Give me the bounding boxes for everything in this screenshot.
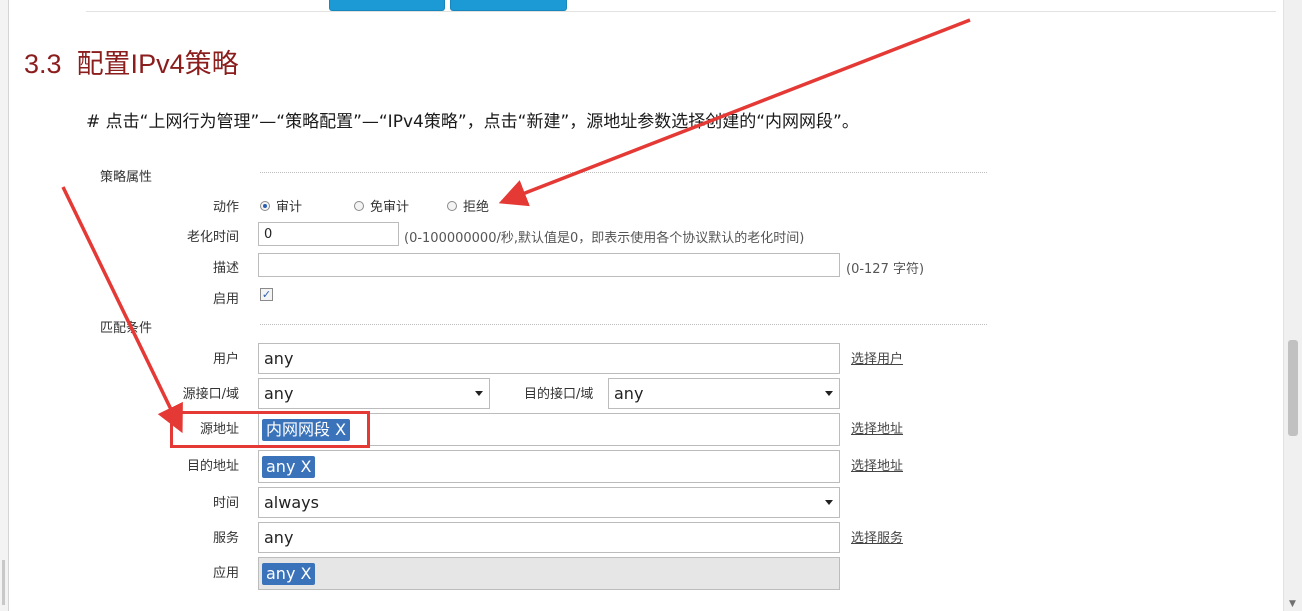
- annotation-arrows: [61, 18, 971, 434]
- arrow-to-src-addr: [61, 186, 183, 434]
- arrow-to-deny-radio: [498, 18, 971, 207]
